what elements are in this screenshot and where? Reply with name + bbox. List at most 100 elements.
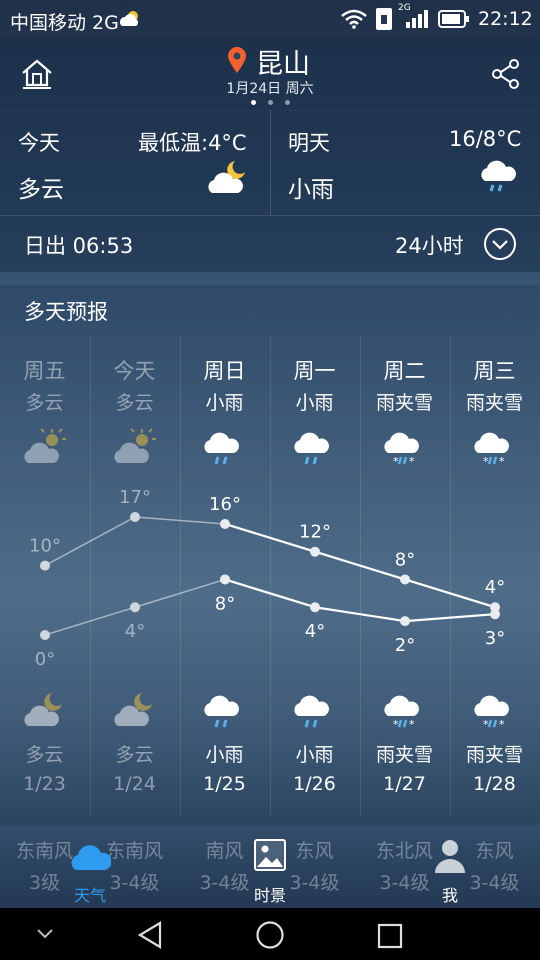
forecast-night-condition: 小雨 (205, 744, 244, 766)
high-temp-segment (314, 550, 406, 581)
sleet-icon: * * (382, 690, 428, 731)
high-temp-segment (404, 578, 496, 609)
low-temp-point (400, 616, 410, 627)
high-temp-label: 17° (119, 487, 151, 508)
tab-weather[interactable]: 天气 (60, 836, 120, 905)
forecast-night-condition: 多云 (115, 744, 154, 766)
high-temp-label: 16° (209, 494, 241, 515)
page-dot-active (251, 100, 256, 105)
signal-icon (406, 10, 428, 28)
forecast-date: 1/28 (473, 773, 516, 795)
low-temp-point (220, 574, 230, 585)
forecast-date: 1/26 (293, 773, 336, 795)
clock: 22:12 (478, 8, 533, 30)
high-temp-point (220, 518, 230, 529)
status-bar: 中国移动 2G 2G 22:12 (0, 0, 540, 38)
forecast-day-name: 周一 (293, 359, 336, 383)
wifi-icon (341, 9, 367, 29)
light-rain-icon (292, 690, 338, 730)
forecast-day-condition: 多云 (115, 392, 154, 414)
low-temp-label: 0° (35, 649, 55, 670)
hourly-toggle-label[interactable]: 24小时 (395, 230, 464, 260)
city-name[interactable]: 昆山 (256, 42, 310, 81)
forecast-day-condition: 雨夹雪 (375, 392, 433, 414)
forecast-day-name: 周五 (23, 359, 66, 383)
today-low-temp: 最低温:4°C (138, 131, 247, 155)
system-nav-bar (0, 908, 540, 960)
light-rain-icon (292, 427, 338, 467)
low-temp-point (40, 630, 50, 640)
svg-text:*: * (483, 718, 489, 730)
home-button-icon[interactable] (255, 920, 285, 950)
today-tomorrow-summary: 今天 最低温:4°C 多云 明天 16/8°C 小雨 (0, 110, 540, 216)
forecast-night-condition: 雨夹雪 (375, 744, 433, 766)
high-temp-label: 12° (299, 522, 331, 543)
chevron-down-icon[interactable] (36, 928, 54, 940)
high-temp-label: 8° (395, 549, 415, 570)
bottom-nav: 东南风 3级 东南风 3-4级 南风 3-4级 东风 3-4级 东北风 3-4级 东风 3-4级 天气… (0, 830, 540, 908)
carrier-text: 中国移动 2G (10, 12, 119, 34)
light-rain-icon (481, 160, 516, 192)
tomorrow-card[interactable]: 明天 16/8°C 小雨 (271, 110, 540, 215)
cloudy-night-icon (112, 690, 158, 730)
forecast-night-condition: 小雨 (295, 744, 334, 766)
header: 昆山 1月24日 周六 (0, 38, 540, 111)
battery-icon (438, 10, 469, 28)
forecast-day-condition: 雨夹雪 (465, 392, 523, 414)
share-icon[interactable] (490, 58, 522, 90)
tab-label-weather: 天气 (73, 886, 106, 905)
tab-scenery[interactable]: 时景 (240, 836, 300, 905)
svg-text:*: * (499, 455, 505, 467)
high-temp-point (310, 546, 320, 557)
today-condition: 多云 (18, 177, 64, 203)
sim-icon (376, 8, 392, 30)
low-temp-label: 8° (215, 593, 235, 614)
tomorrow-condition: 小雨 (288, 177, 334, 203)
forecast-day-condition: 小雨 (295, 392, 334, 414)
today-card[interactable]: 今天 最低温:4°C 多云 (0, 110, 270, 215)
svg-text:*: * (409, 455, 415, 467)
forecast-day-name: 周三 (473, 359, 516, 383)
cloud-icon (120, 11, 139, 26)
forecast-day-condition: 多云 (25, 392, 64, 414)
high-temp-point (40, 560, 50, 571)
header-date: 1月24日 周六 (226, 81, 314, 97)
page-dot (268, 100, 273, 105)
user-icon (435, 840, 465, 873)
forecast-date: 1/24 (113, 773, 156, 795)
picture-icon (254, 839, 286, 871)
cloudy-night-icon (208, 161, 245, 193)
svg-text:*: * (483, 455, 489, 467)
page-dot (285, 100, 290, 105)
low-temp-point (490, 609, 500, 620)
cloudy-sun-icon (112, 427, 158, 467)
svg-text:*: * (393, 718, 399, 730)
forecast-night-condition: 多云 (25, 744, 64, 766)
tab-me[interactable]: 我 (420, 836, 480, 905)
high-temp-label: 10° (29, 536, 61, 557)
low-temp-point (130, 602, 140, 613)
forecast-date: 1/25 (203, 773, 246, 795)
low-temp-label: 3° (485, 628, 505, 649)
sunrise-row: 日出 06:53 24小时 (0, 216, 540, 272)
low-temp-label: 4° (305, 621, 325, 642)
high-temp-segment (134, 516, 226, 525)
chevron-down-icon[interactable] (483, 227, 517, 261)
forecast-day-condition: 小雨 (205, 392, 244, 414)
cloudy-night-icon (22, 690, 68, 730)
sunrise-text: 日出 06:53 (24, 234, 134, 258)
low-temp-segment (404, 613, 496, 623)
forecast-date: 1/23 (23, 773, 66, 795)
svg-text:*: * (393, 455, 399, 467)
cloud-icon (71, 845, 111, 870)
low-temp-segment (44, 606, 136, 636)
sleet-icon: * * (382, 427, 428, 468)
forecast-title: 多天预报 (24, 300, 108, 324)
forecast-day-name: 周二 (383, 359, 426, 383)
sleet-icon: * * (472, 690, 518, 731)
light-rain-icon (202, 690, 248, 730)
recents-icon[interactable] (376, 922, 404, 950)
low-temp-segment (224, 578, 316, 609)
back-icon[interactable] (136, 920, 164, 950)
low-temp-point (310, 602, 320, 613)
